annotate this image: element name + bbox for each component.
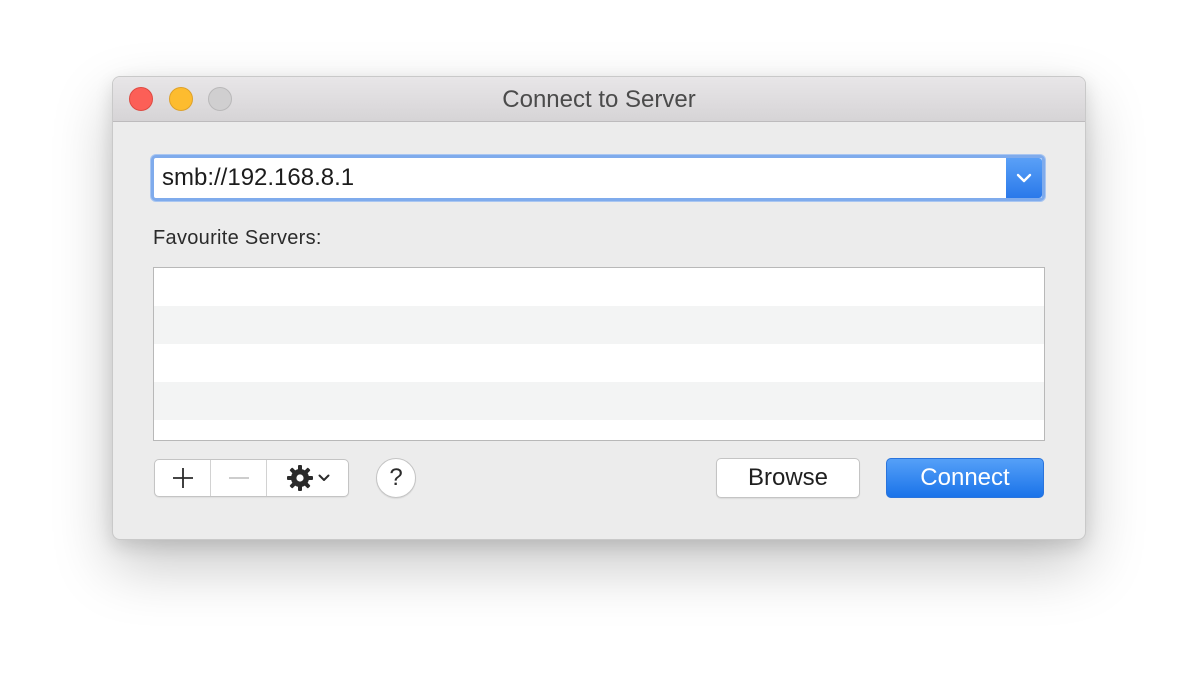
remove-favourite-button: [211, 460, 267, 496]
desktop-background: Connect to Server Favourite Servers:: [0, 0, 1196, 686]
add-favourite-button[interactable]: [155, 460, 211, 496]
list-item[interactable]: [154, 306, 1044, 344]
connect-to-server-window: Connect to Server Favourite Servers:: [112, 76, 1086, 540]
window-title: Connect to Server: [502, 86, 696, 113]
help-button[interactable]: ?: [376, 458, 416, 498]
favourite-servers-label: Favourite Servers:: [153, 227, 322, 249]
chevron-down-icon: [1016, 173, 1032, 183]
minimize-window-button[interactable]: [169, 87, 193, 111]
list-item[interactable]: [154, 420, 1044, 440]
list-item[interactable]: [154, 382, 1044, 420]
favourite-servers-list[interactable]: [153, 267, 1045, 441]
minus-icon: [228, 477, 249, 479]
connect-button[interactable]: Connect: [886, 458, 1044, 498]
list-item[interactable]: [154, 344, 1044, 382]
action-menu-button[interactable]: [267, 460, 348, 496]
browse-button[interactable]: Browse: [716, 458, 860, 498]
list-item[interactable]: [154, 268, 1044, 306]
gear-icon: [286, 465, 313, 491]
title-bar[interactable]: Connect to Server: [113, 77, 1085, 122]
favourites-segmented-control: [154, 459, 349, 497]
server-address-input[interactable]: [154, 158, 1006, 198]
server-address-combobox: [151, 155, 1045, 201]
zoom-window-button: [208, 87, 232, 111]
chevron-down-icon: [318, 474, 329, 481]
help-icon: ?: [389, 464, 403, 491]
recent-servers-dropdown-button[interactable]: [1006, 158, 1042, 198]
plus-icon: [172, 468, 193, 488]
close-window-button[interactable]: [129, 87, 153, 111]
